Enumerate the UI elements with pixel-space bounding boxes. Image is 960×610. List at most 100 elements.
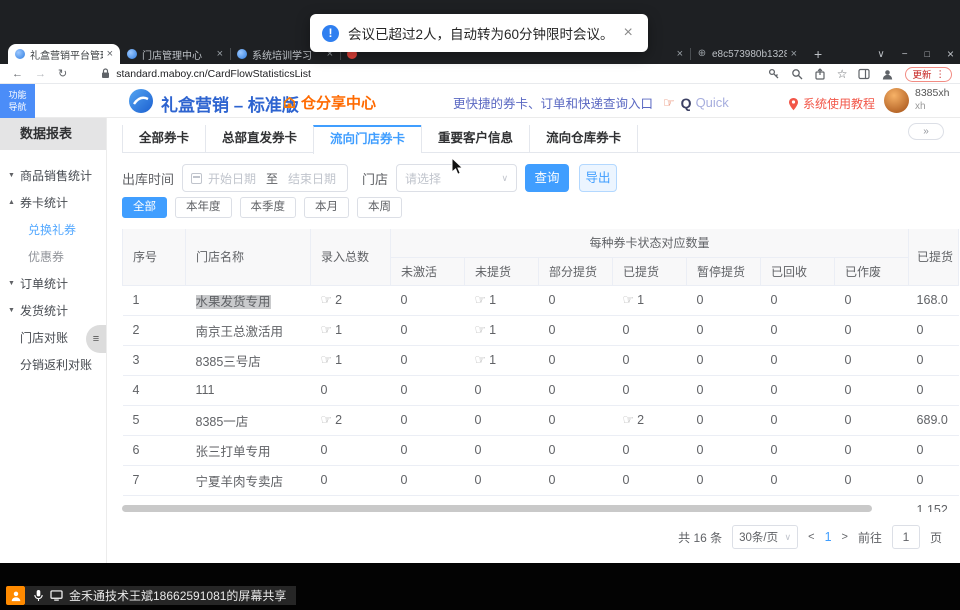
- side-panel-icon[interactable]: [858, 68, 870, 80]
- toast-message: 会议已超过2人，自动转为60分钟限时会议。: [348, 23, 614, 43]
- sidebar-item[interactable]: ▼订单统计: [0, 270, 106, 297]
- quick-filter-pill[interactable]: 全部: [122, 197, 167, 218]
- page-size-select[interactable]: 30条/页 ∨: [732, 525, 798, 549]
- tab-close-icon[interactable]: ×: [217, 48, 223, 60]
- chevron-down-icon: ∨: [785, 532, 792, 543]
- tab-close-icon[interactable]: ×: [791, 48, 797, 60]
- maximize-icon[interactable]: □: [925, 49, 930, 59]
- sidebar-collapse-handle[interactable]: ≡: [86, 325, 106, 353]
- tab-close-icon[interactable]: ×: [107, 48, 113, 60]
- user-avatar[interactable]: [884, 88, 909, 113]
- zoom-icon[interactable]: [791, 68, 803, 80]
- goto-page-input[interactable]: 1: [892, 525, 920, 549]
- tab-search-chevron-icon[interactable]: ∨: [877, 49, 884, 60]
- cell-status[interactable]: ☞1: [613, 285, 687, 315]
- tutorial-label: 系统使用教程: [803, 95, 875, 112]
- cell-total[interactable]: ☞1: [311, 345, 391, 375]
- pointer-link-icon: ☞: [475, 292, 487, 307]
- cell-status: 0: [761, 465, 835, 495]
- browser-tab[interactable]: 礼盒营销平台管理中心×: [8, 44, 120, 64]
- table-row: 2南京王总激活用☞10☞1000000: [123, 315, 959, 345]
- forward-icon[interactable]: →: [35, 68, 46, 80]
- store-name: 111: [196, 383, 215, 397]
- sidebar-item[interactable]: 兑换礼券: [0, 216, 106, 243]
- table-row: 1水果发货专用☞20☞10☞1000168.0: [123, 285, 959, 315]
- start-date-input[interactable]: 开始日期: [208, 170, 256, 187]
- data-table: 序号 门店名称 录入总数 每种券卡状态对应数量 已提货 未激活未提货部分提货已提…: [122, 229, 959, 512]
- cell-value: 1: [489, 323, 496, 337]
- cell-status[interactable]: ☞2: [613, 405, 687, 435]
- page-tab[interactable]: 总部直发券卡: [205, 125, 313, 152]
- cell-amount: 0: [909, 345, 959, 375]
- store-filter-label: 门店: [362, 169, 388, 188]
- sidebar-item-label: 券卡统计: [20, 194, 68, 211]
- quick-filter-pill[interactable]: 本周: [357, 197, 402, 218]
- cell-seq: 3: [123, 345, 186, 375]
- minimize-icon[interactable]: −: [902, 49, 908, 60]
- sidebar-item-label: 商品销售统计: [20, 167, 92, 184]
- quick-search-zone[interactable]: 更快捷的券卡、订单和快递查询入口 ☞ Q Quick: [453, 93, 729, 112]
- panel-collapse-button[interactable]: »: [908, 123, 944, 140]
- sidebar-item[interactable]: ▲券卡统计: [0, 189, 106, 216]
- horizontal-scrollbar[interactable]: [122, 505, 872, 512]
- page-tab[interactable]: 流向仓库券卡: [529, 125, 638, 152]
- page-tab[interactable]: 重要客户信息: [421, 125, 529, 152]
- quick-filter-pill[interactable]: 本季度: [240, 197, 297, 218]
- bookmark-star-icon[interactable]: ☆: [837, 67, 848, 81]
- toast-close-icon[interactable]: ×: [624, 24, 633, 42]
- kebab-menu-icon[interactable]: ⋮: [936, 69, 946, 80]
- sidebar-title: 数据报表: [0, 118, 106, 150]
- page-tab[interactable]: 全部券卡: [122, 125, 205, 152]
- share-icon[interactable]: [814, 68, 826, 80]
- cell-status[interactable]: ☞1: [465, 315, 539, 345]
- cell-status: 0: [539, 315, 613, 345]
- close-window-icon[interactable]: ×: [947, 47, 954, 61]
- current-page[interactable]: 1: [825, 530, 832, 544]
- cell-seq: 4: [123, 375, 186, 405]
- table-row: 4111000000000: [123, 375, 959, 405]
- quick-filter-pill[interactable]: 本年度: [175, 197, 232, 218]
- date-range-picker[interactable]: 开始日期 至 结束日期: [182, 164, 348, 192]
- cell-status[interactable]: ☞1: [465, 345, 539, 375]
- sidebar-item[interactable]: 分销返利对账: [0, 351, 106, 378]
- table-row: 38385三号店☞10☞1000000: [123, 345, 959, 375]
- cell-status: 0: [835, 345, 909, 375]
- sidebar-item[interactable]: 优惠券: [0, 243, 106, 270]
- page-tab[interactable]: 流向门店券卡: [313, 125, 421, 154]
- quick-filter-pill[interactable]: 本月: [304, 197, 349, 218]
- browser-tab[interactable]: 门店管理中心×: [120, 44, 230, 64]
- prev-page-button[interactable]: <: [808, 531, 814, 543]
- screen-share-pill: 金禾通技术王斌18662591081的屏幕共享: [25, 586, 296, 605]
- quick-tip-text: 更快捷的券卡、订单和快递查询入口: [453, 93, 653, 112]
- function-nav-button[interactable]: 功能 导航: [0, 84, 35, 118]
- back-icon[interactable]: ←: [12, 68, 23, 80]
- browser-tab[interactable]: ⊕e8c573980b1328a258fd2e618×: [690, 44, 804, 64]
- cell-status[interactable]: ☞1: [465, 285, 539, 315]
- quick-label: Quick: [696, 95, 729, 110]
- sidebar-item[interactable]: ▼发货统计: [0, 297, 106, 324]
- new-tab-button[interactable]: +: [814, 46, 822, 62]
- update-button[interactable]: 更新 ⋮: [905, 67, 952, 82]
- refresh-icon[interactable]: ↻: [58, 67, 67, 80]
- end-date-input[interactable]: 结束日期: [288, 170, 336, 187]
- export-button[interactable]: 导出: [579, 164, 617, 192]
- col-status: 已作废: [835, 257, 909, 285]
- cell-status: 0: [761, 375, 835, 405]
- tab-close-icon[interactable]: ×: [677, 48, 683, 60]
- url-text[interactable]: standard.maboy.cn/CardFlowStatisticsList: [116, 68, 311, 80]
- key-icon[interactable]: [768, 68, 780, 80]
- cell-total[interactable]: ☞2: [311, 405, 391, 435]
- store-name: 水果发货专用: [196, 295, 271, 309]
- lock-icon[interactable]: [101, 68, 110, 79]
- cell-total[interactable]: ☞1: [311, 315, 391, 345]
- warehouse-share-link[interactable]: 仓分享中心: [282, 92, 376, 113]
- tutorial-link[interactable]: 系统使用教程: [788, 95, 875, 112]
- expand-arrow-icon: ▼: [8, 307, 15, 314]
- search-button[interactable]: 查询: [525, 164, 569, 192]
- quick-filter-row: 全部本年度本季度本月本周: [122, 197, 402, 218]
- profile-icon[interactable]: [881, 68, 894, 81]
- next-page-button[interactable]: >: [842, 531, 848, 543]
- microphone-icon: [33, 589, 44, 602]
- sidebar-item[interactable]: ▼商品销售统计: [0, 162, 106, 189]
- cell-total[interactable]: ☞2: [311, 285, 391, 315]
